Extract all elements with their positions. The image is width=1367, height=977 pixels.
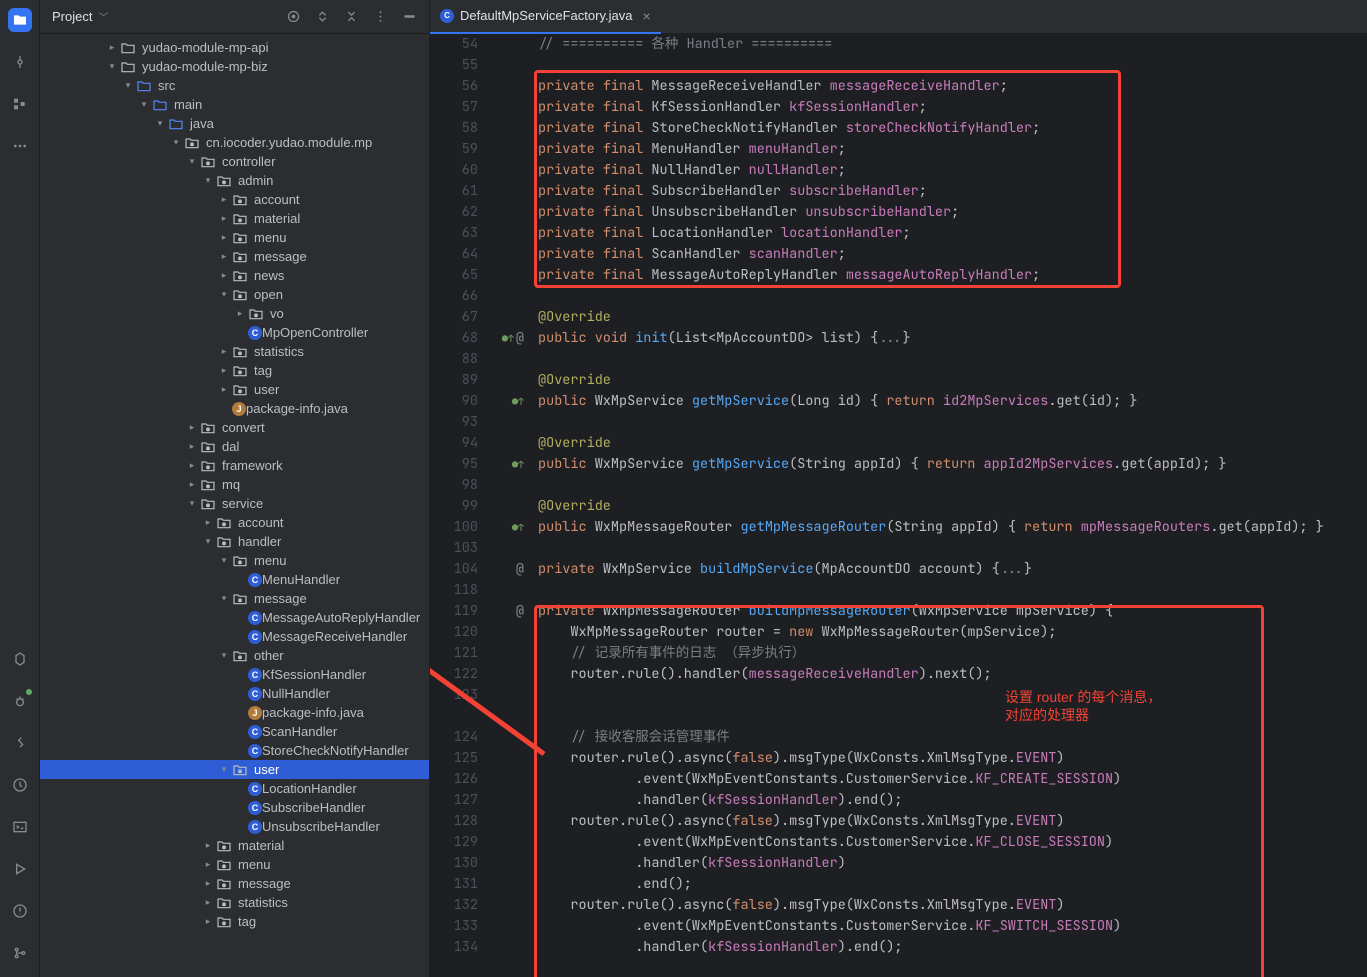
tree-node[interactable]: CMessageAutoReplyHandler [40,608,429,627]
tree-node[interactable]: Jpackage-info.java [40,399,429,418]
services-icon[interactable] [8,647,32,671]
close-tab-icon[interactable]: × [642,8,650,24]
tree-node[interactable]: CMenuHandler [40,570,429,589]
commit-tool-icon[interactable] [8,50,32,74]
tree-node[interactable]: CStoreCheckNotifyHandler [40,741,429,760]
tree-node[interactable]: ▸framework [40,456,429,475]
tree-node[interactable]: CKfSessionHandler [40,665,429,684]
panel-header: Project ﹀ [40,0,429,34]
terminal-icon[interactable] [8,815,32,839]
editor-tab[interactable]: C DefaultMpServiceFactory.java × [430,0,661,34]
tree-node[interactable]: ▸material [40,209,429,228]
tool-rail [0,0,40,977]
problems-icon[interactable] [8,899,32,923]
code-lines[interactable]: // ========== 各种 Handler ========== priv… [530,34,1324,977]
code-editor[interactable]: 5455565758596061626364656667688889909394… [430,34,1367,977]
more-tool-icon[interactable] [8,134,32,158]
build-icon[interactable] [8,731,32,755]
tree-node[interactable]: CNullHandler [40,684,429,703]
tree-node[interactable]: ▸menu [40,228,429,247]
tree-node[interactable]: ▸convert [40,418,429,437]
run-icon[interactable] [8,857,32,881]
select-opened-icon[interactable] [286,9,301,24]
tree-node[interactable]: ▸tag [40,361,429,380]
expand-all-icon[interactable] [315,9,330,24]
tree-node[interactable]: CLocationHandler [40,779,429,798]
tree-node[interactable]: ▾src [40,76,429,95]
tree-node[interactable]: ▾java [40,114,429,133]
tree-node[interactable]: CMpOpenController [40,323,429,342]
tree-node[interactable]: ▾handler [40,532,429,551]
tree-node[interactable]: ▸statistics [40,342,429,361]
tree-node[interactable]: ▾main [40,95,429,114]
tree-node[interactable]: ▸material [40,836,429,855]
tree-node[interactable]: ▸message [40,874,429,893]
tree-node[interactable]: ▾cn.iocoder.yudao.module.mp [40,133,429,152]
profiler-icon[interactable] [8,773,32,797]
structure-tool-icon[interactable] [8,92,32,116]
vcs-icon[interactable] [8,941,32,965]
tree-node[interactable]: CMessageReceiveHandler [40,627,429,646]
project-tree[interactable]: ▸yudao-module-mp-api▾yudao-module-mp-biz… [40,34,429,977]
chevron-down-icon[interactable]: ﹀ [98,9,108,24]
tab-filename: DefaultMpServiceFactory.java [460,8,632,23]
tree-node[interactable]: CScanHandler [40,722,429,741]
tree-node[interactable]: ▸news [40,266,429,285]
tree-node[interactable]: ▸user [40,380,429,399]
tree-node[interactable]: ▸account [40,513,429,532]
tree-node[interactable]: ▸vo [40,304,429,323]
tree-node[interactable]: ▾other [40,646,429,665]
tree-node[interactable]: ▸mq [40,475,429,494]
tree-node[interactable]: ▾admin [40,171,429,190]
tree-node[interactable]: ▾yudao-module-mp-biz [40,57,429,76]
editor-area: C DefaultMpServiceFactory.java × 5455565… [430,0,1367,977]
options-icon[interactable] [373,9,388,24]
tree-node[interactable]: ▾service [40,494,429,513]
tree-node[interactable]: ▾message [40,589,429,608]
tree-node[interactable]: ▾open [40,285,429,304]
tree-node[interactable]: ▾menu [40,551,429,570]
tree-node[interactable]: ▸message [40,247,429,266]
project-panel: Project ﹀ ▸yudao-module-mp-api▾yudao-mod… [40,0,430,977]
tree-node[interactable]: ▾user [40,760,429,779]
tree-node[interactable]: ▾controller [40,152,429,171]
tree-node[interactable]: CSubscribeHandler [40,798,429,817]
hide-icon[interactable] [402,9,417,24]
tree-node[interactable]: ▸dal [40,437,429,456]
panel-title: Project [52,9,92,24]
class-file-icon: C [440,9,454,23]
editor-tabs: C DefaultMpServiceFactory.java × [430,0,1367,34]
tree-node[interactable]: ▸menu [40,855,429,874]
collapse-all-icon[interactable] [344,9,359,24]
marker-gutter: ●↑@●↑●↑●↑@@ [486,34,530,977]
tree-node[interactable]: Jpackage-info.java [40,703,429,722]
line-gutter: 5455565758596061626364656667688889909394… [430,34,486,977]
debug-icon[interactable] [8,689,32,713]
tree-node[interactable]: ▸tag [40,912,429,931]
tree-node[interactable]: ▸statistics [40,893,429,912]
tree-node[interactable]: ▸account [40,190,429,209]
project-tool-icon[interactable] [8,8,32,32]
tree-node[interactable]: ▸yudao-module-mp-api [40,38,429,57]
annotation-text: 设置 router 的每个消息， 对应的处理器 [1005,688,1161,724]
tree-node[interactable]: CUnsubscribeHandler [40,817,429,836]
